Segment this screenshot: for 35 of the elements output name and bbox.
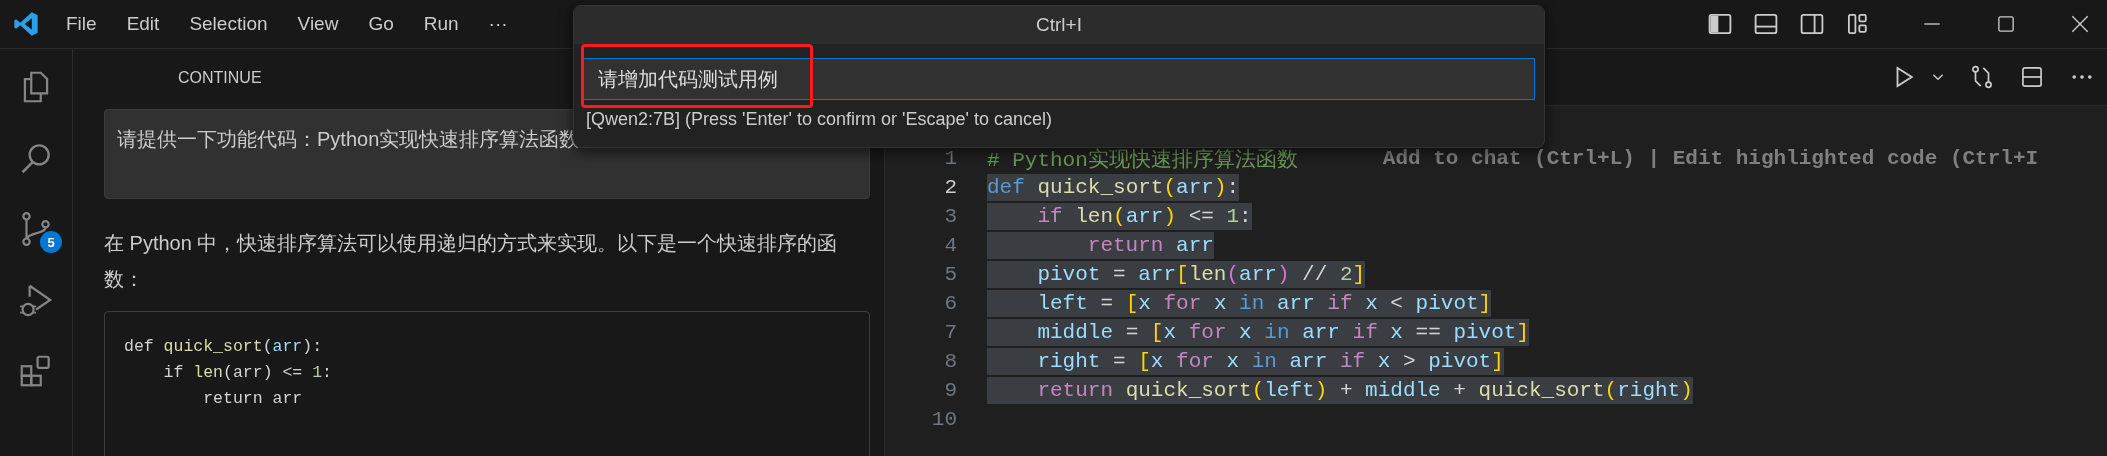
menu-item[interactable]: View [297,13,339,35]
inline-hint: Add to chat (Ctrl+L) | Edit highlighted code (Ctrl+I [1382,147,2039,170]
line-number: 7 [943,321,957,344]
line-number: 2 [943,176,957,199]
compare-changes-icon[interactable] [1969,64,1995,90]
toggle-sidebar-icon[interactable] [1707,11,1733,37]
split-editor-icon[interactable] [2019,64,2045,90]
menu-item[interactable]: Run [423,13,459,35]
input-field[interactable]: 请增加代码测试用例 [583,58,1535,100]
notification-badge: 5 [40,231,62,253]
menu-item[interactable]: Selection [189,13,268,35]
code-line: if len(arr) <= 1: [162,362,332,384]
palette-title: Ctrl+I [574,6,1544,44]
menu-item[interactable]: Go [368,13,394,35]
line-number: 4 [943,234,957,257]
response-text: 在 Python 中，快速排序算法可以使用递归的方式来实现。以下是一个快速排序的函数： [104,231,839,292]
menu-item[interactable]: File [66,13,97,35]
maximize-icon[interactable] [1995,13,2017,35]
line-number: 3 [943,205,957,228]
line-number: 9 [943,379,957,402]
line-number: 6 [943,292,957,315]
menu-item[interactable]: ··· [488,13,508,35]
panel-title: CONTINUE [178,69,262,87]
line-number: 5 [943,263,957,286]
code-line: return arr [202,388,303,410]
line-number: 1 [943,147,957,170]
menu-item[interactable]: Edit [126,13,160,35]
close-icon[interactable] [2069,13,2091,35]
toggle-secondary-sidebar-icon[interactable] [1799,11,1825,37]
line-number: 10 [930,408,957,431]
line-number: 8 [943,350,957,373]
code-line: # Python实现快速排序算法函数 [987,147,1298,174]
vscode-logo-icon [12,10,40,38]
toggle-panel-icon[interactable] [1753,11,1779,37]
code-line: def quick_sort(arr): [124,336,323,358]
